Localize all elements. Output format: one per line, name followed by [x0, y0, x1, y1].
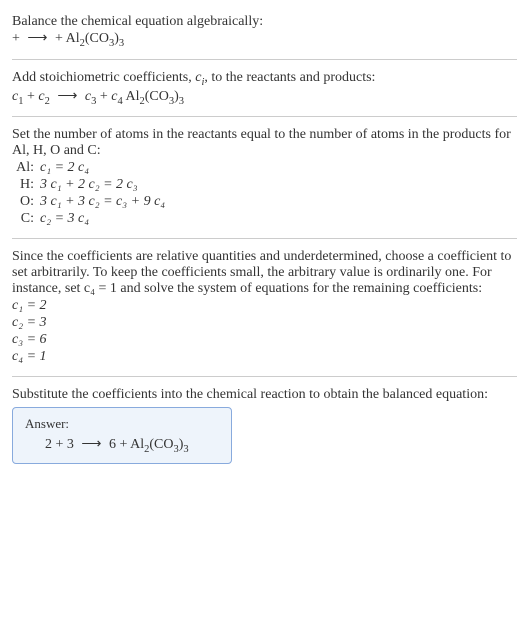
ans-plus2: + [119, 437, 130, 452]
step3-section: Since the coefficients are relative quan… [12, 243, 517, 372]
intro-mid: + [55, 31, 66, 46]
coef-row: c₄ = 1 [12, 349, 517, 365]
answer-label: Answer: [25, 416, 219, 432]
c3s: 3 [91, 95, 96, 106]
plus1: + [27, 89, 38, 104]
atom-label: H: [12, 177, 40, 193]
coef-row: c₂ = 3 [12, 315, 517, 331]
step1-section: Add stoichiometric coefficients, ci, to … [12, 64, 517, 113]
ans-n1: 2 [45, 437, 52, 452]
intro-reaction: + ⟶ + Al2(CO3)3 [12, 30, 517, 49]
s1-product: Al [126, 89, 140, 104]
answer-equation: 2 + 3 ⟶ 6 + Al2(CO3)3 [25, 436, 219, 455]
c2s: 2 [45, 95, 50, 106]
divider [12, 238, 517, 239]
divider [12, 376, 517, 377]
step3-intro: Since the coefficients are relative quan… [12, 249, 517, 297]
product-sub3: 3 [119, 38, 124, 49]
atom-label: Al: [12, 160, 40, 176]
arrow-icon: ⟶ [53, 89, 81, 104]
step2-section: Set the number of atoms in the reactants… [12, 121, 517, 234]
ans-product: Al [130, 437, 144, 452]
coef-row: c₃ = 6 [12, 332, 517, 348]
step4-intro: Substitute the coefficients into the che… [12, 387, 517, 403]
product-paren: (CO [85, 31, 109, 46]
step1-text-b: , to the reactants and products: [204, 70, 375, 85]
divider [12, 59, 517, 60]
atom-row: C: c₂ = 3 c₄ [12, 211, 517, 227]
product-al: Al [66, 31, 80, 46]
ans-psub3: 3 [183, 444, 188, 455]
atom-eq: c₂ = 3 c₄ [40, 211, 517, 227]
atom-eq: 3 c₁ + 2 c₂ = 2 c₃ [40, 177, 517, 193]
coef-row: c₁ = 2 [12, 298, 517, 314]
intro-section: Balance the chemical equation algebraica… [12, 8, 517, 55]
atom-label: O: [12, 194, 40, 210]
atom-eq: c₁ = 2 c₄ [40, 160, 517, 176]
ans-plus1: + [56, 437, 67, 452]
step2-intro: Set the number of atoms in the reactants… [12, 127, 517, 159]
c1s: 1 [18, 95, 23, 106]
s1-psub3: 3 [179, 95, 184, 106]
step4-section: Substitute the coefficients into the che… [12, 381, 517, 470]
ans-n3: 6 [109, 437, 116, 452]
atom-row: Al: c₁ = 2 c₄ [12, 160, 517, 176]
c4s: 4 [118, 95, 123, 106]
divider [12, 116, 517, 117]
step1-text-a: Add stoichiometric coefficients, [12, 70, 195, 85]
atom-row: O: 3 c₁ + 3 c₂ = c₃ + 9 c₄ [12, 194, 517, 210]
step1-text: Add stoichiometric coefficients, ci, to … [12, 70, 517, 88]
arrow-icon: ⟶ [23, 31, 51, 46]
step1-reaction: c1 + c2 ⟶ c3 + c4 Al2(CO3)3 [12, 88, 517, 107]
ans-n2: 3 [67, 437, 74, 452]
plus2: + [100, 89, 111, 104]
atom-label: C: [12, 211, 40, 227]
intro-line1: Balance the chemical equation algebraica… [12, 14, 517, 30]
s1-pparen: (CO [145, 89, 169, 104]
ans-pparen: (CO [149, 437, 173, 452]
arrow-icon: ⟶ [77, 437, 105, 452]
answer-box: Answer: 2 + 3 ⟶ 6 + Al2(CO3)3 [12, 407, 232, 464]
intro-plus: + [12, 31, 23, 46]
atom-eq: 3 c₁ + 3 c₂ = c₃ + 9 c₄ [40, 194, 517, 210]
atom-row: H: 3 c₁ + 2 c₂ = 2 c₃ [12, 177, 517, 193]
